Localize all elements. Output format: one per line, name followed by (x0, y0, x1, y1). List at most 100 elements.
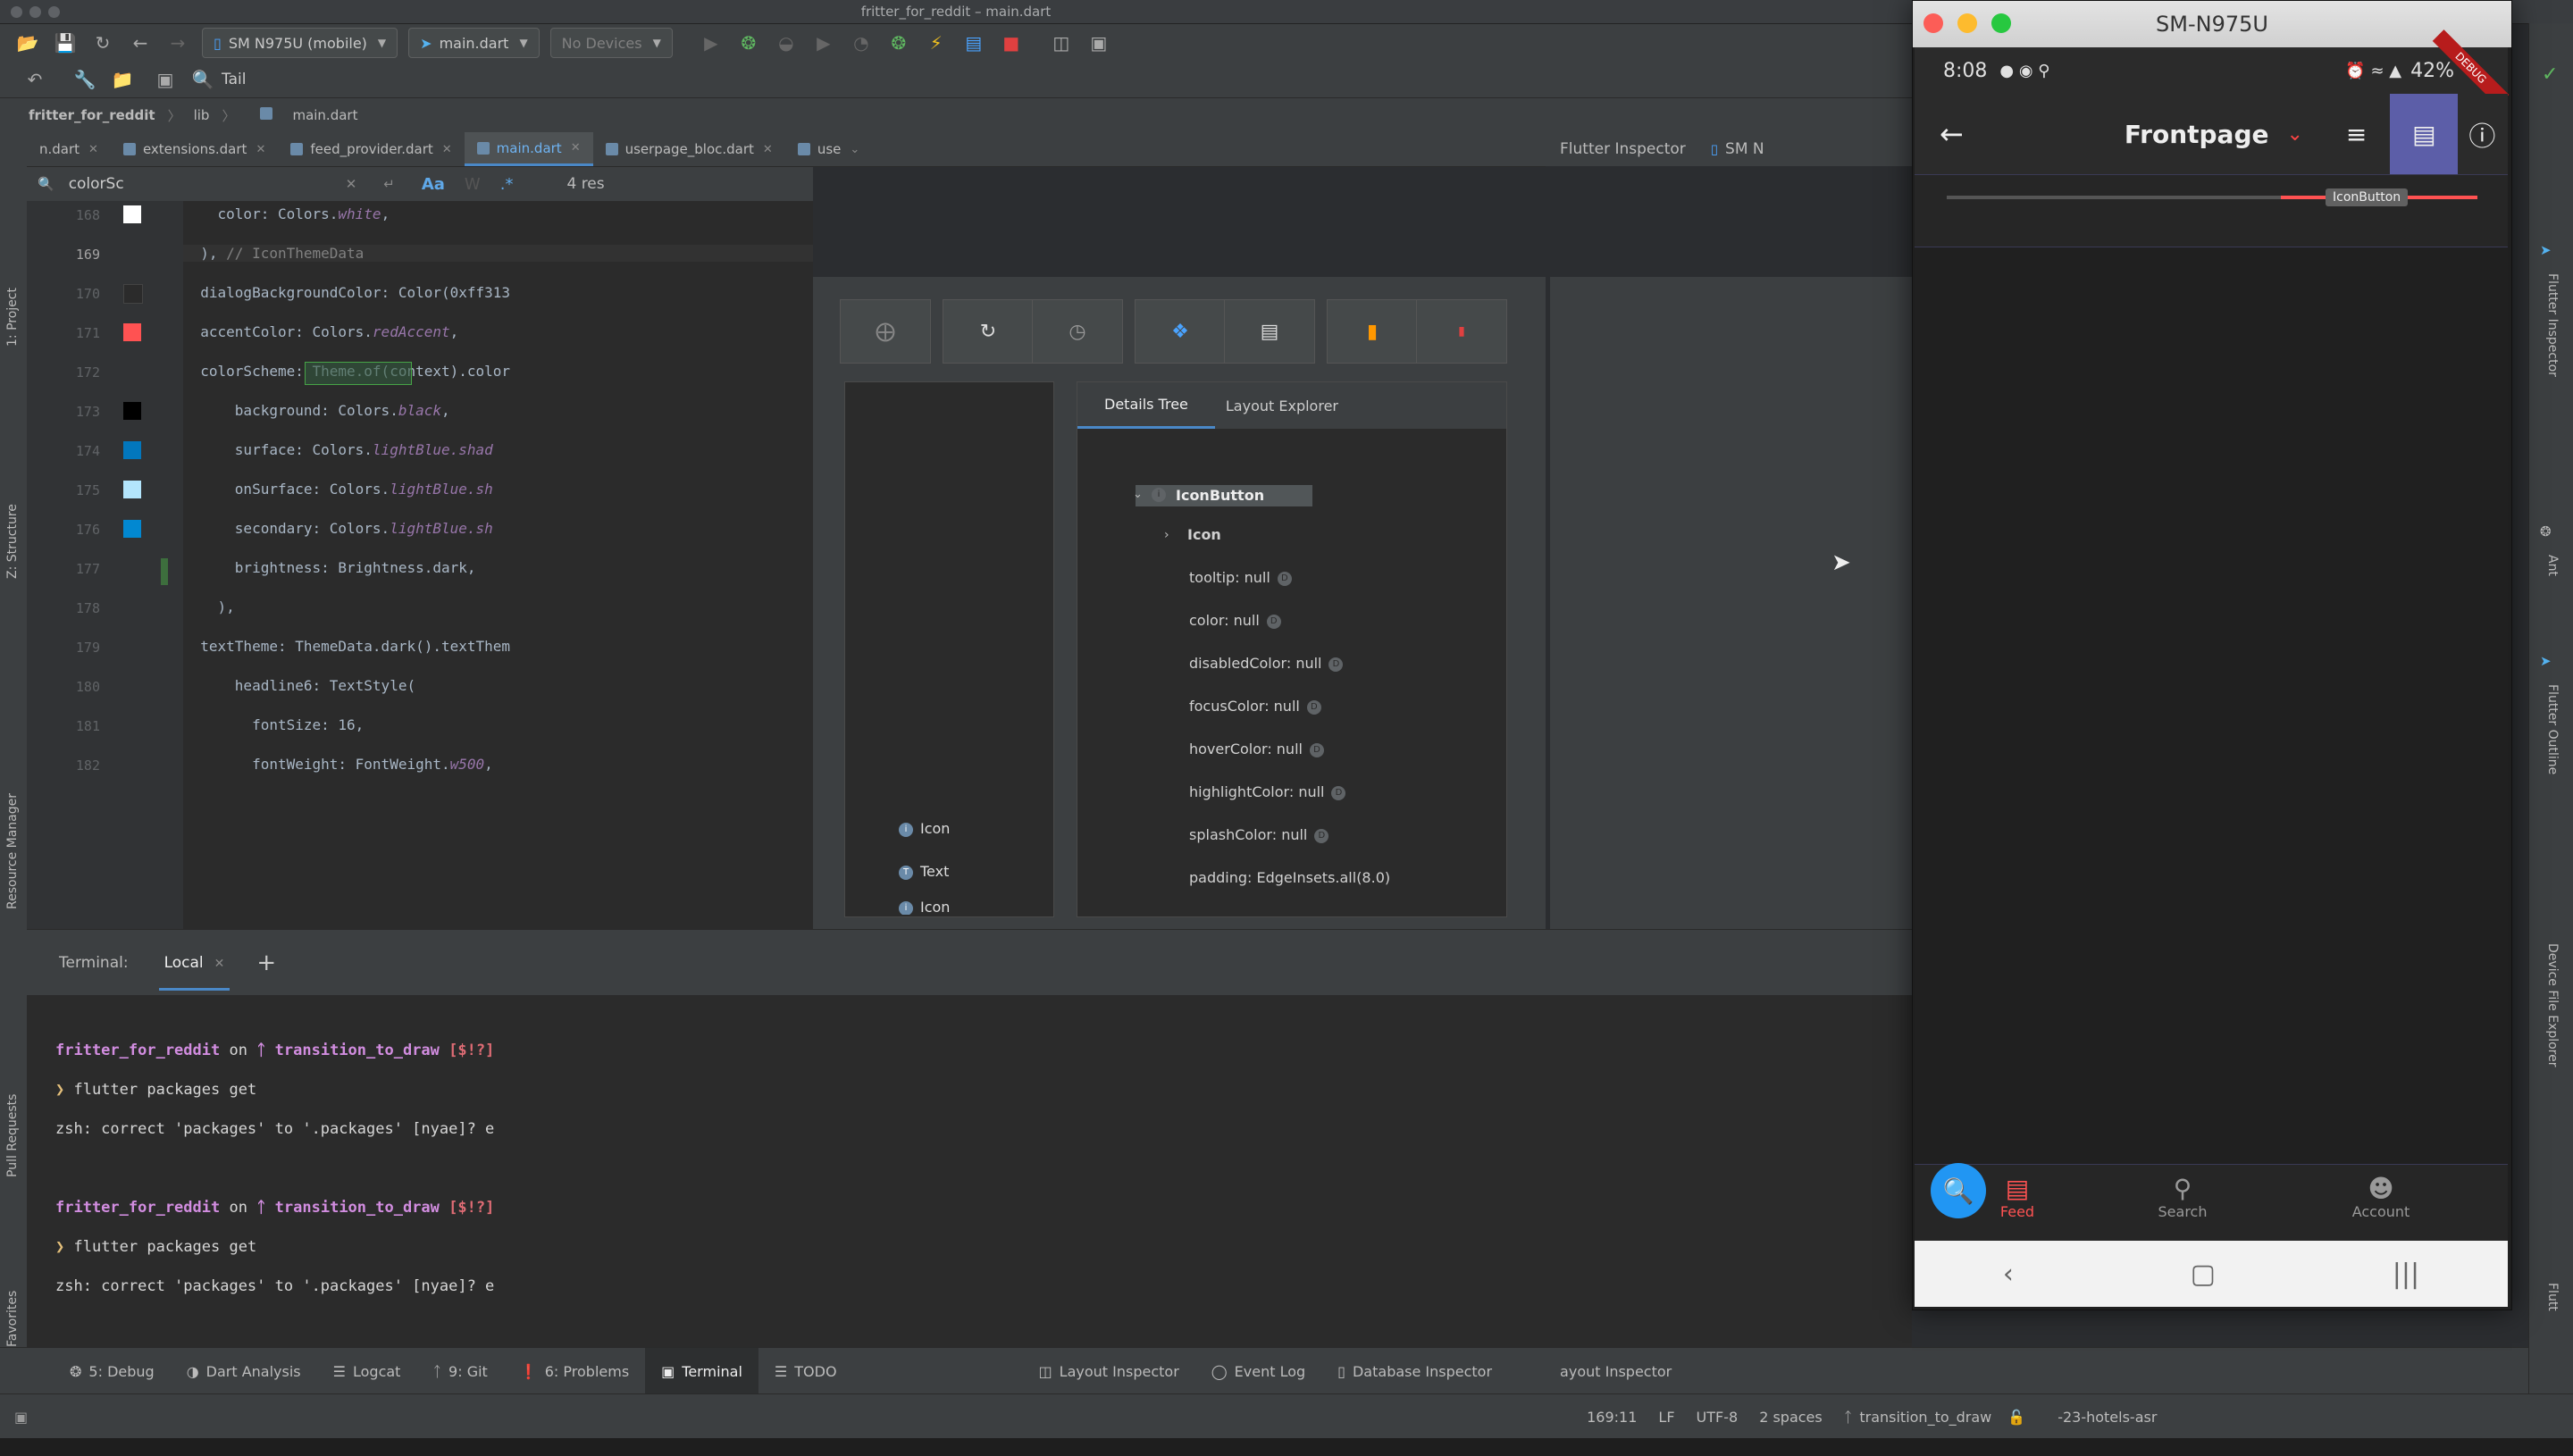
profile-run-icon[interactable]: ▶ (809, 28, 839, 58)
chevron-down-icon[interactable]: ⌄ (1133, 488, 1143, 501)
breadcrumb-project[interactable]: fritter_for_reddit (29, 107, 155, 123)
close-icon[interactable]: ✕ (442, 143, 452, 156)
view-mode-icon-button[interactable]: ▤ (2390, 94, 2459, 174)
recents-nav-icon[interactable]: ||| (2393, 1259, 2419, 1290)
paint-baselines-icon[interactable]: ▤ (1224, 299, 1315, 364)
no-devices-selector[interactable]: No Devices ▼ (549, 28, 673, 58)
tree-item-icon[interactable]: i Icon (899, 899, 950, 915)
refresh-tree-icon[interactable]: ↻ (943, 299, 1034, 364)
debug-paint-icon[interactable]: ❖ (1135, 299, 1226, 364)
open-folder-icon[interactable]: 📂 (13, 28, 43, 58)
close-icon[interactable]: ✕ (214, 957, 225, 971)
sort-icon[interactable]: ≡ (2346, 120, 2367, 149)
close-window-button[interactable] (1923, 13, 1943, 33)
close-icon[interactable]: ✕ (763, 143, 773, 156)
project-tool-tab[interactable]: 1: Project (5, 288, 20, 347)
nav-account[interactable]: ☻ Account (2327, 1174, 2435, 1220)
color-swatch-dialog[interactable] (123, 284, 143, 304)
clear-icon[interactable]: ✕ (346, 176, 357, 192)
layout-inspector-tail[interactable]: ayout Inspector (1544, 1348, 1688, 1394)
minimize-window-button[interactable] (1957, 13, 1977, 33)
regex-toggle[interactable]: .* (500, 175, 514, 194)
hot-restart-icon[interactable]: ▤ (959, 28, 989, 58)
wrench-icon[interactable]: 🔧 (70, 64, 100, 95)
subreddit-title[interactable]: Frontpage (2125, 120, 2269, 149)
details-tree-tab[interactable]: Details Tree (1077, 382, 1215, 429)
layout-explorer-tab[interactable]: Layout Explorer (1215, 397, 1349, 414)
info-icon[interactable]: ⓘ (2468, 114, 2495, 154)
panel-toggle-icon[interactable]: ▣ (14, 1409, 28, 1426)
tail-button[interactable]: Tail (222, 71, 246, 88)
pull-requests-tool-tab[interactable]: Pull Requests (5, 1094, 20, 1177)
code-editor[interactable]: color: Colors.white, ), // IconThemeData… (183, 201, 813, 929)
structure-tool-tab[interactable]: Z: Structure (5, 504, 20, 579)
tab-feed-provider-dart[interactable]: feed_provider.dart ✕ (278, 132, 464, 166)
run-config-selector[interactable]: ➤ main.dart ▼ (408, 28, 540, 58)
terminal-tab-local[interactable]: Local ✕ (158, 936, 230, 991)
line-separator[interactable]: LF (1658, 1409, 1674, 1426)
tab-use[interactable]: use ⌄ (785, 132, 872, 166)
repaint-rainbow-icon[interactable]: ▮ (1327, 299, 1418, 364)
run-icon[interactable]: ▶ (696, 28, 726, 58)
cursor-position[interactable]: 169:11 (1587, 1409, 1637, 1426)
tab-userpage-bloc-dart[interactable]: userpage_bloc.dart ✕ (593, 132, 785, 166)
tab-n-dart[interactable]: n.dart ✕ (27, 132, 111, 166)
git-branch[interactable]: transition_to_draw (1859, 1409, 1991, 1426)
dart-analysis-tool-tab[interactable]: ◑ Dart Analysis (171, 1348, 317, 1394)
project-structure-icon[interactable]: 📁 (107, 64, 138, 95)
search-icon[interactable]: 🔍 (188, 64, 218, 95)
close-icon[interactable]: ✕ (571, 141, 581, 155)
device-selector[interactable]: ▯ SM N975U (mobile) ▼ (202, 28, 398, 58)
undo-icon[interactable]: ↶ (20, 64, 50, 95)
breadcrumb-folder[interactable]: lib (194, 107, 210, 123)
breadcrumb-file[interactable]: main.dart (247, 107, 357, 123)
tree-item-text[interactable]: T Text (899, 863, 949, 880)
resource-manager-tool-tab[interactable]: Resource Manager (5, 793, 20, 909)
back-arrow-icon[interactable]: ← (1940, 117, 1964, 151)
color-swatch-light-blue-light[interactable] (123, 481, 141, 498)
device-manager-icon[interactable]: ◫ (1046, 28, 1077, 58)
nav-feed[interactable]: ▤ Feed (1964, 1174, 2071, 1220)
favorites-tool-tab[interactable]: Favorites (5, 1291, 20, 1347)
terminal-window-icon[interactable]: ▣ (150, 64, 180, 95)
device-file-explorer-tool-tab[interactable]: Device File Explorer (2545, 943, 2560, 1067)
color-swatch-black[interactable] (123, 402, 141, 420)
coverage-icon[interactable]: ◒ (771, 28, 801, 58)
whole-words-toggle[interactable]: W (465, 175, 481, 194)
attach-debugger-icon[interactable]: ❂ (884, 28, 914, 58)
select-widget-mode-icon[interactable]: ⨁ (840, 299, 931, 364)
nav-search[interactable]: ⚲ Search (2129, 1174, 2236, 1220)
zoom-window-button[interactable] (1991, 13, 2011, 33)
back-arrow-icon[interactable]: ← (125, 28, 155, 58)
chevron-down-icon[interactable]: ⌄ (850, 143, 859, 156)
git-tool-tab[interactable]: ᛏ 9: Git (416, 1348, 503, 1394)
back-nav-icon[interactable]: ‹ (2003, 1259, 2014, 1290)
ant-tool-tab[interactable]: Ant (2545, 555, 2560, 576)
color-swatch-light-blue-mid[interactable] (123, 520, 141, 538)
close-icon[interactable]: ✕ (88, 143, 98, 156)
terminal-output[interactable]: fritter_for_reddit on ᛏ transition_to_dr… (27, 995, 1912, 1347)
device-tab[interactable]: SM N (1725, 140, 1764, 158)
device-screen[interactable]: 8:08 ● ◉ ⚲ ⏰ ≈ ▲ 42% DEBUG ← Frontpage ⌄… (1915, 29, 2510, 1307)
debug-bug-icon[interactable]: ❂ (733, 28, 764, 58)
flutter-inspector-tool-tab[interactable]: Flutter Inspector (2545, 273, 2560, 377)
new-terminal-button[interactable]: + (256, 950, 276, 976)
chevron-right-icon[interactable]: › (1164, 528, 1169, 542)
sdk-manager-icon[interactable]: ▣ (1084, 28, 1114, 58)
problems-tool-tab[interactable]: ❗ 6: Problems (504, 1348, 645, 1394)
close-icon[interactable]: ✕ (256, 143, 265, 156)
todo-tool-tab[interactable]: ☰ TODO (758, 1348, 853, 1394)
chevron-down-icon[interactable]: ⌄ (2286, 123, 2302, 146)
search-input[interactable]: colorSc (69, 175, 346, 193)
layout-inspector-tool-tab[interactable]: ◫ Layout Inspector (1023, 1348, 1195, 1394)
flutter-tool-tab[interactable]: Flutt (2545, 1283, 2560, 1311)
feed-content[interactable] (1915, 247, 2508, 1165)
match-case-toggle[interactable]: Aa (422, 175, 445, 194)
tree-item-icon[interactable]: i Icon (899, 820, 950, 837)
file-encoding[interactable]: UTF-8 (1697, 1409, 1739, 1426)
debug-banner-icon[interactable]: ▮ (1416, 299, 1507, 364)
tab-main-dart[interactable]: main.dart ✕ (464, 132, 593, 166)
flutter-outline-tool-tab[interactable]: Flutter Outline (2545, 684, 2560, 774)
database-inspector-tool-tab[interactable]: ▯ Database Inspector (1321, 1348, 1508, 1394)
forward-arrow-icon[interactable]: → (163, 28, 193, 58)
